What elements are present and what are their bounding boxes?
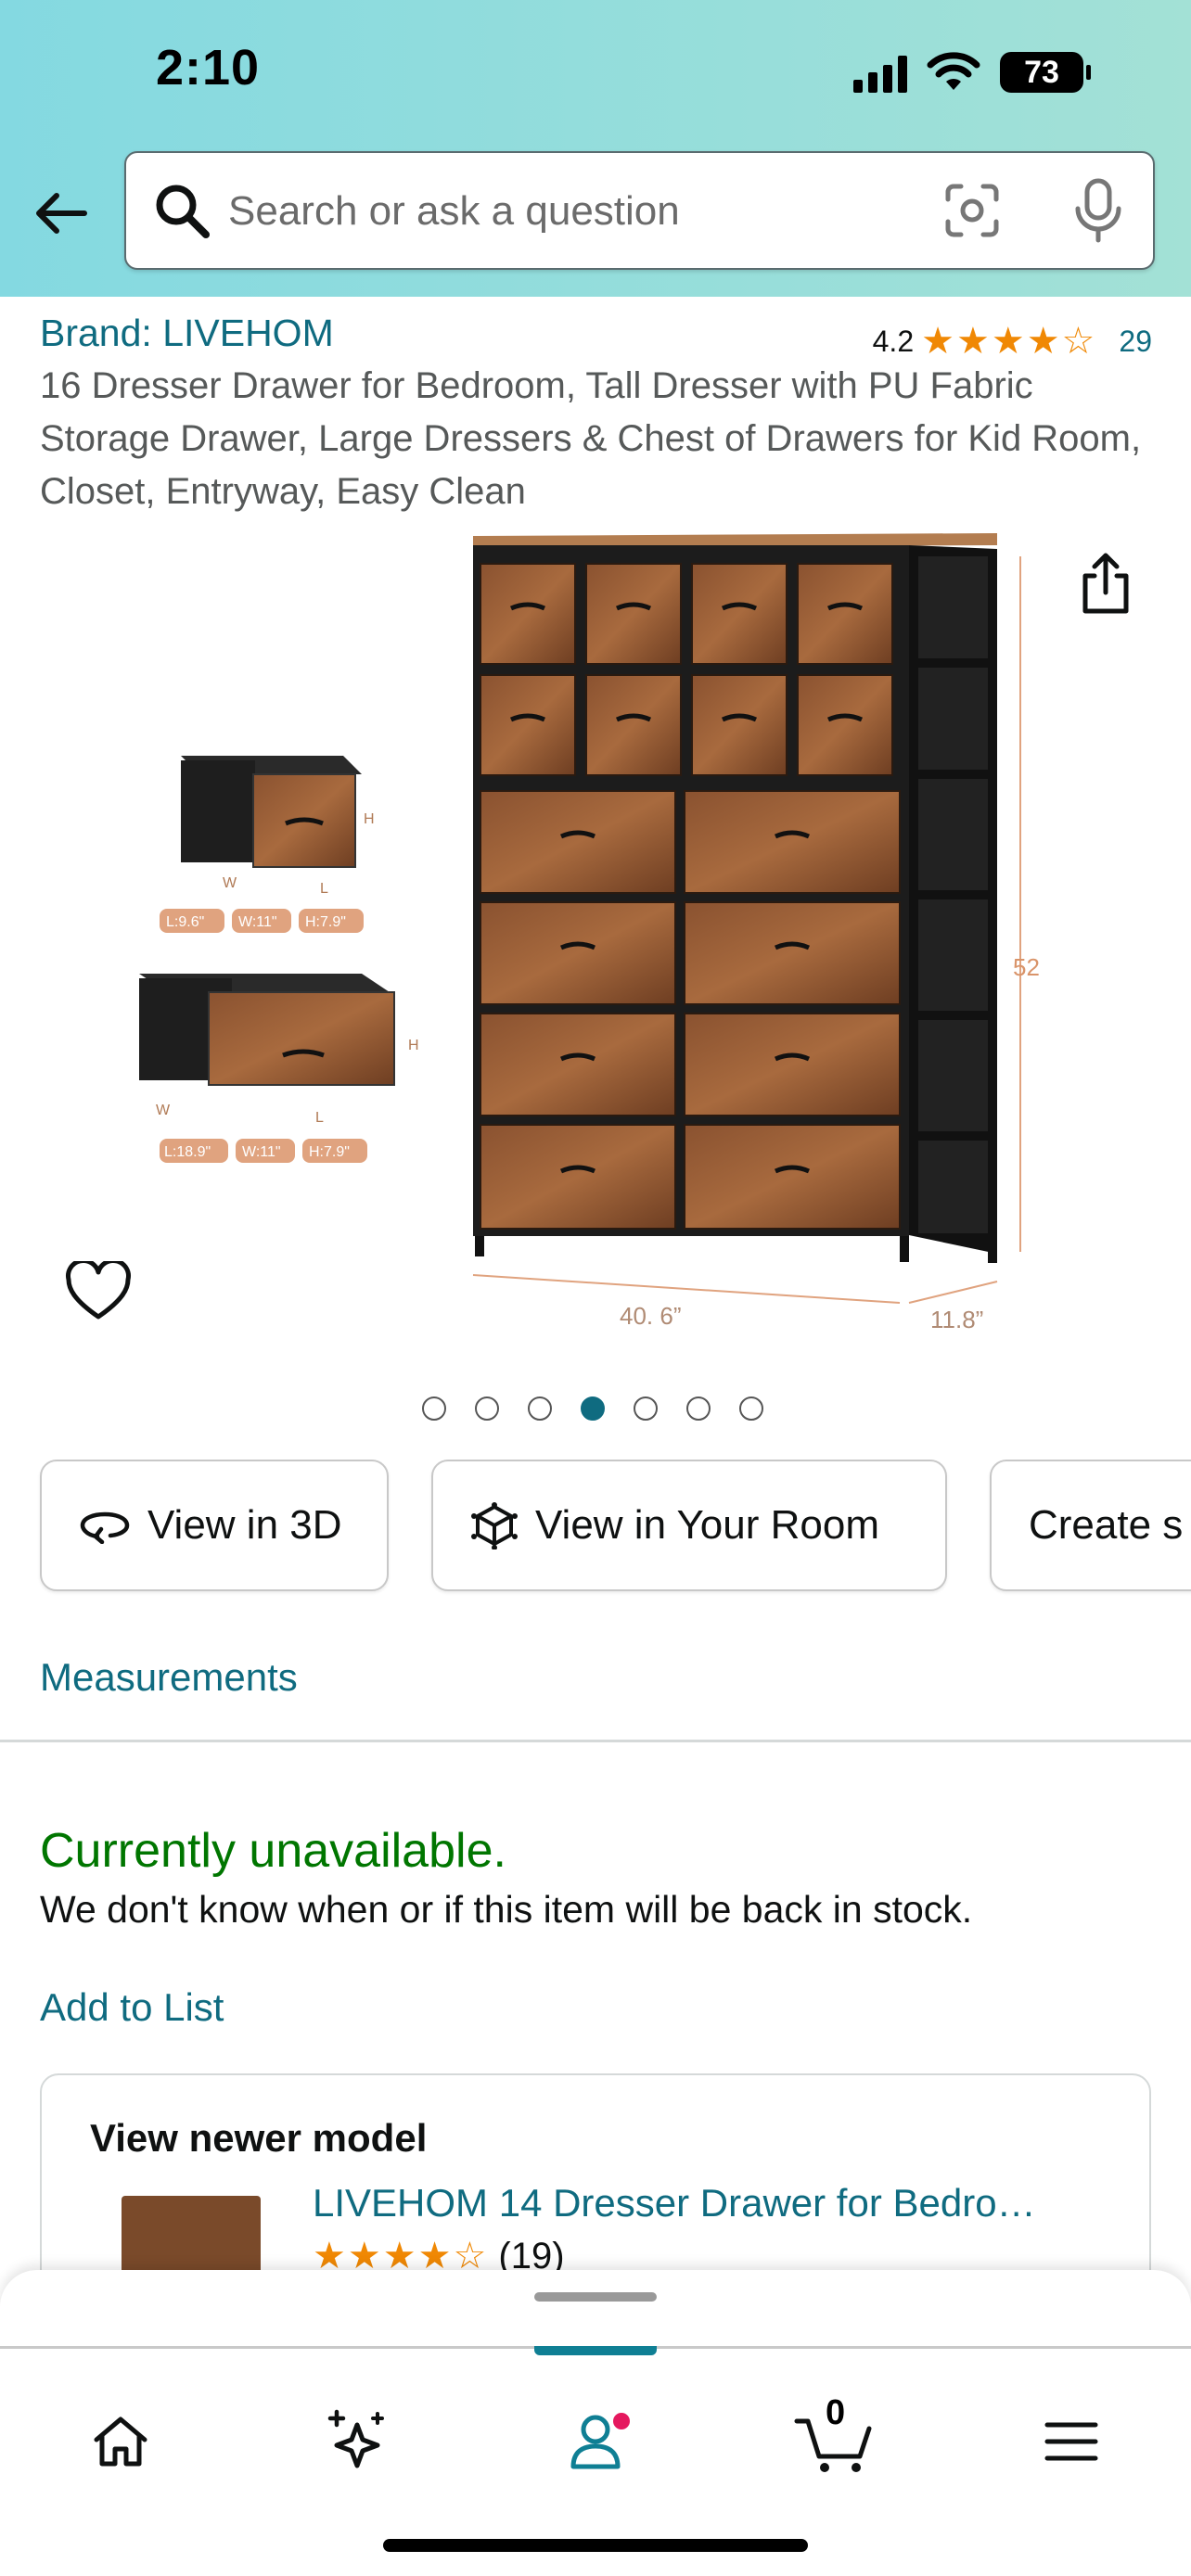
- rating-value: 4.2: [872, 324, 915, 358]
- home-icon: [94, 2417, 147, 2467]
- drawer-front: [480, 674, 576, 776]
- search-bar[interactable]: [124, 151, 1155, 270]
- svg-text:H:7.9": H:7.9": [309, 1144, 350, 1160]
- create-label: Create s: [1029, 1502, 1184, 1548]
- nav-home[interactable]: [65, 2386, 176, 2497]
- svg-text:L: L: [315, 1110, 324, 1126]
- dresser-illustration: 52" 40. 6” 11.8”: [472, 533, 1039, 1333]
- drawer-front: [480, 1124, 676, 1230]
- status-time: 2:10: [156, 40, 261, 96]
- section-divider: [0, 1740, 1191, 1742]
- gallery-pagination: [422, 1396, 763, 1421]
- availability-status: Currently unavailable.: [40, 1824, 506, 1878]
- product-image[interactable]: W L H L:9.6" W:11" H:7.9" W L H L:18.9" …: [130, 529, 1039, 1345]
- gallery-dot[interactable]: [739, 1396, 763, 1421]
- create-button[interactable]: Create s: [990, 1460, 1191, 1591]
- drawer-front: [480, 1013, 676, 1116]
- header-bar: 2:10 73: [0, 0, 1191, 297]
- newer-model-link[interactable]: LIVEHOM 14 Dresser Drawer for Bedro…: [313, 2181, 1036, 2225]
- svg-text:L:18.9": L:18.9": [164, 1144, 211, 1160]
- svg-text:W:11": W:11": [238, 914, 277, 930]
- sheet-drag-handle[interactable]: [534, 2292, 657, 2302]
- view-in-3d-label: View in 3D: [147, 1502, 342, 1548]
- battery-indicator: 73: [1000, 52, 1091, 93]
- measurements-link[interactable]: Measurements: [40, 1655, 298, 1700]
- svg-text:L: L: [320, 881, 328, 897]
- view-in-3d-button[interactable]: View in 3D: [40, 1460, 389, 1591]
- availability-note: We don't know when or if this item will …: [40, 1888, 973, 1931]
- product-title: 16 Dresser Drawer for Bedroom, Tall Dres…: [40, 365, 1142, 512]
- add-to-list-link[interactable]: Add to List: [40, 1985, 224, 2030]
- star-rating-icon: ★★★★☆: [921, 321, 1097, 362]
- ar-cube-icon: [471, 1502, 518, 1549]
- drawer-front: [684, 790, 901, 894]
- rotate-3d-icon: [80, 1511, 130, 1544]
- drawer-front: [684, 901, 901, 1005]
- active-tab-indicator: [534, 2346, 657, 2355]
- drawer-front: [480, 901, 676, 1005]
- svg-text:L:9.6": L:9.6": [166, 914, 204, 930]
- svg-text:11.8”: 11.8”: [930, 1306, 983, 1333]
- brand-link[interactable]: Brand: LIVEHOM: [40, 312, 334, 355]
- rating-summary[interactable]: 4.2 ★★★★☆ 29: [873, 320, 1152, 363]
- newer-model-heading: View newer model: [90, 2116, 428, 2160]
- nav-menu[interactable]: [1016, 2386, 1127, 2497]
- large-drawer-illustration: W L H L:18.9" W:11" H:7.9": [139, 974, 419, 1163]
- search-icon: [156, 185, 210, 238]
- svg-text:W: W: [223, 875, 237, 891]
- wifi-icon: [927, 52, 980, 90]
- gallery-dot[interactable]: [581, 1396, 605, 1421]
- gallery-dot[interactable]: [475, 1396, 499, 1421]
- rating-count[interactable]: 29: [1119, 325, 1152, 359]
- nav-cart[interactable]: 0: [779, 2386, 890, 2497]
- drawer-front: [480, 563, 576, 665]
- view-options-row: View in 3D View in Your Room Create s: [40, 1460, 1191, 1591]
- svg-text:W: W: [156, 1103, 171, 1118]
- gallery-dot[interactable]: [686, 1396, 711, 1421]
- sparkle-icon: [327, 2409, 384, 2468]
- nav-ai-assistant[interactable]: [301, 2386, 413, 2497]
- share-icon[interactable]: [1076, 552, 1135, 617]
- svg-text:H: H: [408, 1038, 419, 1053]
- camera-scan-icon[interactable]: [942, 181, 1002, 240]
- search-input[interactable]: [228, 179, 952, 244]
- heart-icon[interactable]: [65, 1261, 132, 1322]
- microphone-icon[interactable]: [1072, 177, 1124, 244]
- drawer-front: [480, 790, 676, 894]
- notification-dot: [610, 2410, 633, 2432]
- gallery-dot[interactable]: [634, 1396, 658, 1421]
- svg-text:40. 6”: 40. 6”: [620, 1302, 682, 1330]
- svg-text:H:7.9": H:7.9": [305, 914, 346, 930]
- drawer-front: [797, 563, 893, 665]
- gallery-dot[interactable]: [422, 1396, 446, 1421]
- svg-text:W:11": W:11": [242, 1144, 281, 1160]
- back-arrow-icon: [36, 193, 87, 234]
- drawer-front: [684, 1013, 901, 1116]
- cart-count: 0: [826, 2393, 846, 2432]
- gallery-dot[interactable]: [528, 1396, 552, 1421]
- drawer-front: [684, 1124, 901, 1230]
- back-button[interactable]: [28, 181, 93, 246]
- status-icons: 73: [853, 45, 1091, 100]
- drawer-front: [691, 563, 788, 665]
- nav-account[interactable]: [540, 2386, 651, 2497]
- svg-text:H: H: [364, 811, 375, 827]
- cellular-signal-icon: [853, 52, 907, 93]
- drawer-front: [585, 674, 682, 776]
- hamburger-menu-icon: [1044, 2422, 1098, 2461]
- view-in-your-room-label: View in Your Room: [535, 1502, 879, 1548]
- drawer-front: [797, 674, 893, 776]
- drawer-front: [691, 674, 788, 776]
- svg-text:52": 52": [1013, 953, 1039, 981]
- view-in-your-room-button[interactable]: View in Your Room: [431, 1460, 947, 1591]
- drawer-front: [585, 563, 682, 665]
- home-indicator: [383, 2539, 808, 2552]
- small-drawer-illustration: W L H L:9.6" W:11" H:7.9": [160, 756, 375, 933]
